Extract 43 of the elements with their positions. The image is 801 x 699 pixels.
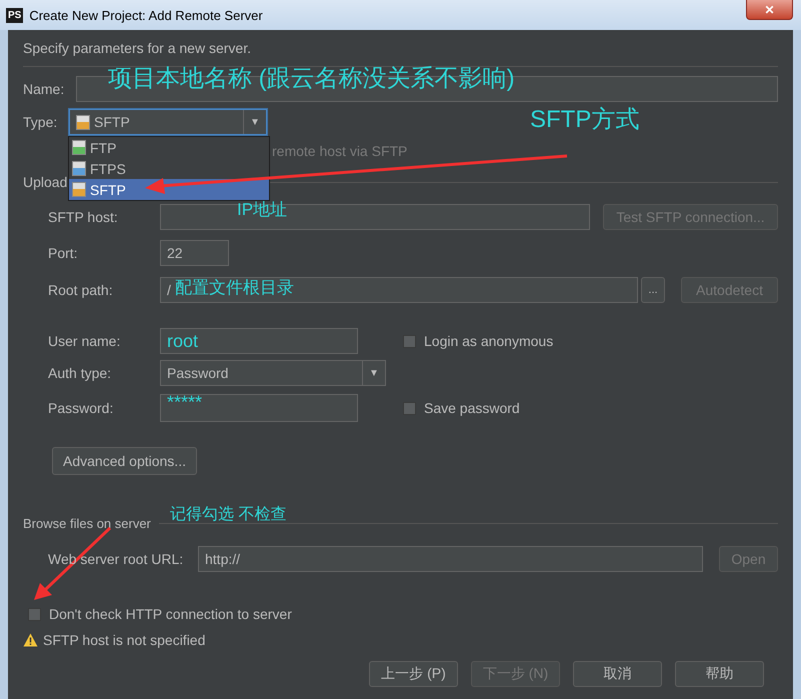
advanced-options-button[interactable]: Advanced options... <box>52 447 197 475</box>
field-label: Password: <box>48 400 114 416</box>
window-title: Create New Project: Add Remote Server <box>29 8 264 22</box>
close-button[interactable]: ✕ <box>746 0 793 20</box>
annotation-text: IP地址 <box>237 201 288 220</box>
dropdown-option[interactable]: SFTP <box>69 179 269 200</box>
field-label: Type: <box>23 114 58 130</box>
dropdown-option[interactable]: FTP <box>69 137 269 158</box>
web-url-field[interactable]: http:// <box>198 546 703 572</box>
auth-type-dropdown[interactable]: Password ▼ <box>160 360 386 386</box>
field-label: Root path: <box>48 282 114 298</box>
checkbox-label: Don't check HTTP connection to server <box>49 606 292 622</box>
checkbox-label: Login as anonymous <box>424 333 554 349</box>
warning-icon <box>23 633 38 647</box>
user-name-field[interactable]: root <box>160 328 358 354</box>
browse-button[interactable]: ... <box>641 277 665 303</box>
field-label: Web server root URL: <box>48 551 184 567</box>
field-label: Port: <box>48 245 79 261</box>
dropdown-option[interactable]: FTPS <box>69 158 269 179</box>
intro-text: Specify parameters for a new server. <box>23 40 251 56</box>
dialog-button[interactable]: 帮助 <box>675 661 764 687</box>
dialog-button[interactable]: 取消 <box>573 661 662 687</box>
warning-text: SFTP host is not specified <box>43 632 206 648</box>
checkbox[interactable] <box>403 334 416 348</box>
field-label: Auth type: <box>48 365 112 381</box>
annotation-text: 配置文件根目录 <box>175 279 294 298</box>
field-label: User name: <box>48 333 122 349</box>
dialog-button[interactable]: 上一步 (P) <box>369 661 458 687</box>
app-logo-icon: PS <box>6 8 24 22</box>
password-field[interactable]: ***** <box>160 394 358 422</box>
section-title: Browse files on server <box>23 516 151 530</box>
checkbox[interactable] <box>28 608 41 620</box>
field-label: Name: <box>23 81 66 97</box>
section-title: Upload <box>23 174 68 190</box>
annotation-text: 项目本地名称 (跟云名称没关系不影响) <box>108 66 515 92</box>
checkbox-label: Save password <box>424 400 520 416</box>
file-icon <box>76 114 90 130</box>
type-hint: remote host via SFTP <box>272 143 408 159</box>
port-field[interactable]: 22 <box>160 240 229 266</box>
annotation-text: 记得勾选 不检查 <box>170 506 286 524</box>
checkbox[interactable] <box>403 402 416 414</box>
annotation-text: SFTP方式 <box>530 107 640 134</box>
field-label: SFTP host: <box>48 209 119 225</box>
